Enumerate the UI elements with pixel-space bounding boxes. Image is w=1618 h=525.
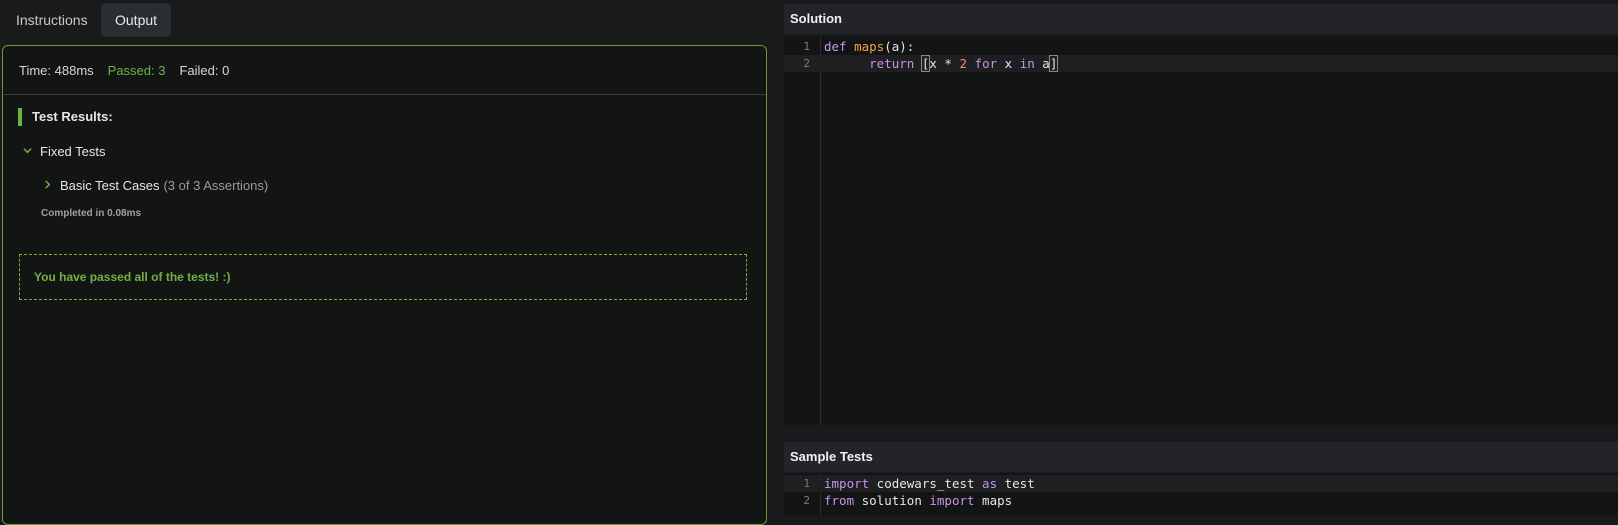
number-literal: 2 <box>959 56 968 71</box>
code-line[interactable]: 1 def maps(a): <box>784 38 1618 55</box>
assertions-count: (3 of 3 Assertions) <box>163 178 269 193</box>
sample-tests-header: Sample Tests <box>784 442 1618 472</box>
keyword: return <box>869 56 915 71</box>
code-text: test <box>997 476 1035 491</box>
bracket-match: ] <box>1048 55 1059 72</box>
keyword: def <box>824 39 847 54</box>
basic-test-cases-group[interactable]: Basic Test Cases (3 of 3 Assertions) <box>43 178 268 193</box>
chevron-right-icon <box>43 179 52 192</box>
line-number: 1 <box>803 477 810 490</box>
solution-header: Solution <box>784 4 1618 34</box>
test-results-heading: Test Results: <box>18 108 113 126</box>
keyword: for <box>974 56 998 71</box>
keyword: in <box>1019 56 1035 71</box>
code-text: solution <box>854 493 930 508</box>
tab-output[interactable]: Output <box>101 3 172 37</box>
code-line[interactable]: 2 from solution import maps <box>784 492 1618 509</box>
tab-bar: Instructions Output <box>0 0 770 40</box>
code-text: a <box>1034 56 1050 71</box>
code-text: maps <box>974 493 1013 508</box>
keyword: from <box>824 493 855 508</box>
fixed-tests-label: Fixed Tests <box>40 144 106 159</box>
sample-tests-editor[interactable]: 1 import codewars_test as test 2 from so… <box>784 473 1618 516</box>
pass-message: You have passed all of the tests! :) <box>34 270 231 284</box>
code-line-active[interactable]: 1 import codewars_test as test <box>784 475 1618 492</box>
keyword: import <box>824 476 870 491</box>
code-text: x * <box>929 56 960 71</box>
line-number: 2 <box>803 494 810 507</box>
code-text: x <box>997 56 1020 71</box>
passed-stat: Passed: 3 <box>107 62 166 78</box>
output-panel: Time: 488ms Passed: 3 Failed: 0 Test Res… <box>2 45 767 525</box>
keyword: as <box>982 476 998 491</box>
chevron-down-icon <box>23 146 32 158</box>
code-line-active[interactable]: 2 return [x * 2 for x in a] <box>784 55 1618 72</box>
completed-time: Completed in 0.08ms <box>41 208 142 219</box>
failed-stat: Failed: 0 <box>179 62 230 78</box>
code-text: (a): <box>884 39 915 54</box>
test-stats: Time: 488ms Passed: 3 Failed: 0 <box>3 46 766 95</box>
fixed-tests-group[interactable]: Fixed Tests <box>23 144 106 159</box>
basic-test-cases-label: Basic Test Cases <box>60 178 160 193</box>
time-stat: Time: 488ms <box>19 62 94 78</box>
function-name: maps <box>854 39 885 54</box>
pass-message-box: You have passed all of the tests! :) <box>19 254 747 300</box>
code-text: codewars_test <box>869 476 983 491</box>
line-number: 1 <box>803 40 810 53</box>
line-number: 2 <box>803 57 810 70</box>
solution-editor[interactable]: 1 def maps(a): 2 return [x * 2 for x in … <box>784 36 1618 425</box>
keyword: import <box>929 493 975 508</box>
line-gutter <box>784 36 821 425</box>
tab-instructions[interactable]: Instructions <box>2 3 102 37</box>
